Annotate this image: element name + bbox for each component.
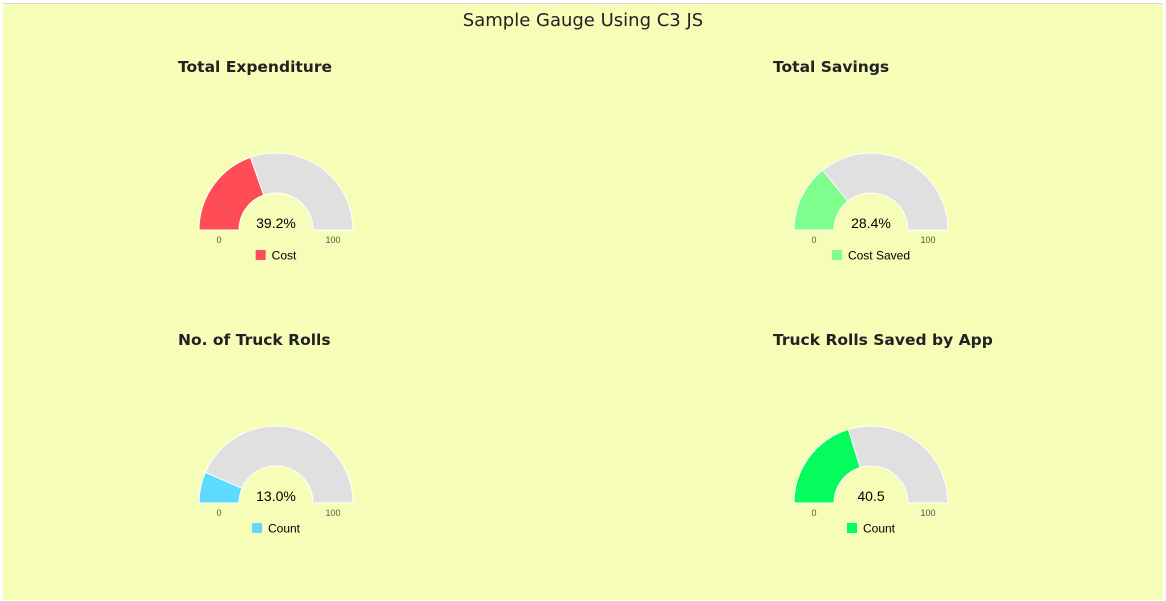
legend-label: Cost	[272, 249, 297, 263]
gauge-min-label: 0	[216, 508, 221, 518]
legend-item: Count	[251, 522, 301, 536]
page-title: Sample Gauge Using C3 JS	[462, 10, 704, 31]
legend-label: Count	[268, 522, 301, 536]
gauge-max-label: 100	[325, 508, 340, 518]
gauge-panel-truck-rolls-saved: Truck Rolls Saved by App 40.5 0 100 Count	[773, 331, 1133, 591]
legend-swatch	[255, 250, 266, 260]
gauge-value-label: 13.0%	[256, 488, 296, 504]
legend-item: Cost Saved	[831, 249, 910, 263]
legend-swatch	[846, 523, 857, 533]
gauge-chart-truck-rolls: 13.0% 0 100 Count	[198, 425, 354, 536]
gauge-value-label: 40.5	[857, 488, 884, 504]
gauge-max-label: 100	[920, 508, 935, 518]
gauge-chart-truck-rolls-saved: 40.5 0 100 Count	[793, 425, 949, 536]
legend-item: Count	[846, 522, 896, 536]
legend-item: Cost	[255, 249, 297, 263]
page: Sample Gauge Using C3 JS Total Expenditu…	[3, 3, 1163, 600]
gauge-chart-total-savings: 28.4% 0 100 Cost Saved	[793, 152, 949, 263]
gauge-value-arc	[793, 428, 861, 504]
gauge-min-label: 0	[811, 235, 816, 245]
gauge-value-label: 28.4%	[851, 215, 891, 231]
gauge-chart-total-expenditure: 39.2% 0 100 Cost	[198, 152, 354, 263]
gauge-panel-total-savings: Total Savings 28.4% 0 100 Cost Saved	[773, 58, 1133, 318]
gauge-min-label: 0	[811, 508, 816, 518]
gauge-min-label: 0	[216, 235, 221, 245]
gauge-panel-total-expenditure: Total Expenditure 39.2% 0 100 Cost	[178, 58, 538, 318]
legend-swatch	[251, 523, 262, 533]
gauge-panel-truck-rolls: No. of Truck Rolls 13.0% 0 100 Count	[178, 331, 538, 591]
legend-swatch	[831, 250, 842, 260]
gauge-value-label: 39.2%	[256, 215, 296, 231]
legend-label: Count	[863, 522, 896, 536]
legend-label: Cost Saved	[848, 249, 910, 263]
gauge-max-label: 100	[325, 235, 340, 245]
gauge-max-label: 100	[920, 235, 935, 245]
gauge-value-arc	[198, 156, 265, 231]
